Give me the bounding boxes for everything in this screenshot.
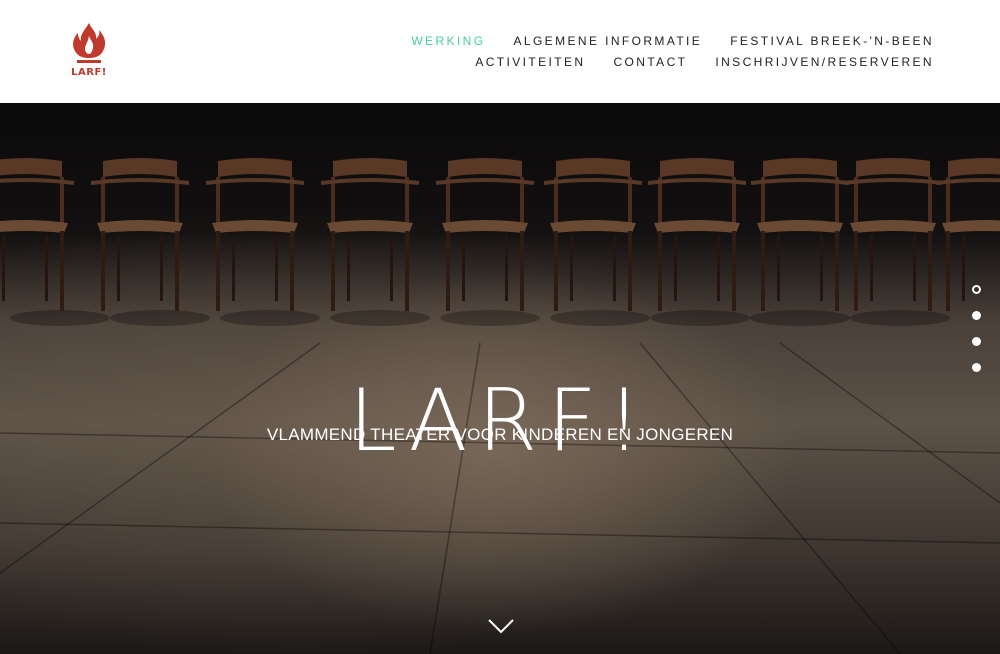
nav-row-2: ACTIVITEITEN CONTACT INSCHRIJVEN/RESERVE… (383, 54, 934, 75)
chair (0, 158, 75, 311)
logo-text: LARF! (71, 67, 107, 78)
slide-dot-3[interactable] (972, 337, 981, 346)
chair (935, 158, 1000, 311)
nav-item-contact[interactable]: CONTACT (613, 54, 687, 75)
main-nav: WERKING ALGEMENE INFORMATIE FESTIVAL BRE… (383, 33, 934, 75)
hero-section: LARF! VLAMMEND THEATER VOOR KINDEREN EN … (0, 103, 1000, 654)
chair (320, 158, 420, 311)
slide-dot-2[interactable] (972, 311, 981, 320)
nav-item-festival-breek-n-been[interactable]: FESTIVAL BREEK-'N-BEEN (730, 33, 934, 54)
chair (750, 158, 850, 311)
hero-title: LARF! (348, 370, 652, 471)
slide-dot-4[interactable] (972, 363, 981, 372)
site-header: LARF! WERKING ALGEMENE INFORMATIE FESTIV… (0, 0, 1000, 103)
larf-logo[interactable]: LARF! (68, 22, 110, 82)
chair (90, 158, 190, 311)
chair (205, 158, 305, 311)
chair (435, 158, 535, 311)
nav-item-inschrijven-reserveren[interactable]: INSCHRIJVEN/RESERVEREN (715, 54, 934, 75)
chair (843, 158, 943, 311)
nav-item-algemene-informatie[interactable]: ALGEMENE INFORMATIE (513, 33, 702, 54)
chair (647, 158, 747, 311)
hero-subtitle: VLAMMEND THEATER VOOR KINDEREN EN JONGER… (266, 425, 734, 444)
nav-item-werking[interactable]: WERKING (411, 33, 485, 54)
nav-row-1: WERKING ALGEMENE INFORMATIE FESTIVAL BRE… (383, 33, 934, 54)
chair (543, 158, 643, 311)
flame-icon (73, 23, 106, 63)
nav-item-activiteiten[interactable]: ACTIVITEITEN (475, 54, 585, 75)
chevron-down-icon[interactable] (488, 618, 514, 634)
slide-dots (972, 285, 982, 389)
slide-dot-1[interactable] (972, 285, 981, 294)
